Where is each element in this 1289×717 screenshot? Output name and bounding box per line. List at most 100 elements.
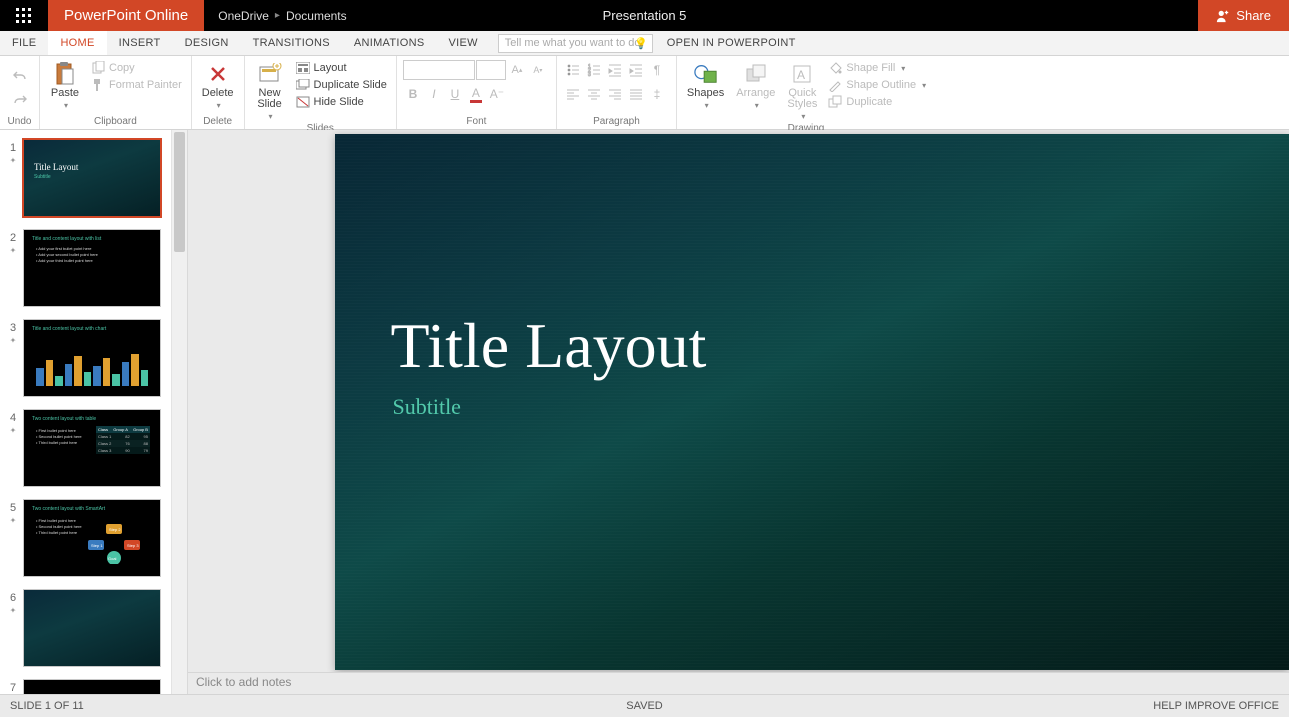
hide-slide-button[interactable]: Hide Slide xyxy=(293,94,390,110)
slide-thumbnail[interactable] xyxy=(24,680,160,694)
app-launcher-button[interactable] xyxy=(0,0,48,31)
slide-thumbnail[interactable]: Title and content layout with list• Add … xyxy=(24,230,160,306)
align-right-button[interactable] xyxy=(605,84,625,104)
duplicate-slide-button[interactable]: Duplicate Slide xyxy=(293,77,390,93)
underline-button[interactable]: U xyxy=(445,84,465,104)
ribbon-group-undo: Undo xyxy=(0,56,40,129)
delete-button[interactable]: Delete ▾ xyxy=(198,60,238,112)
shape-fill-button[interactable]: Shape Fill▾ xyxy=(825,60,929,76)
layout-icon xyxy=(296,61,310,75)
breadcrumb-folder[interactable]: Documents xyxy=(286,9,347,23)
title-bar: PowerPoint Online OneDrive ▸ Documents P… xyxy=(0,0,1289,31)
tab-home[interactable]: HOME xyxy=(48,31,106,55)
workspace: 1✦Title LayoutSubtitle2✦Title and conten… xyxy=(0,130,1289,694)
increase-font-button[interactable]: A▴ xyxy=(507,60,527,80)
slide-canvas[interactable]: Title Layout Subtitle xyxy=(335,134,1289,670)
new-slide-icon xyxy=(258,62,282,86)
ribbon-group-font: A▴ A▾ B I U A A⁻ Font xyxy=(397,56,557,129)
thumbnail-scrollbar[interactable] xyxy=(171,130,187,694)
caret-down-icon: ▾ xyxy=(64,101,68,110)
tab-view[interactable]: VIEW xyxy=(436,31,489,55)
slide-thumbnail[interactable]: Two content layout with SmartArt• First … xyxy=(24,500,160,576)
tab-insert[interactable]: INSERT xyxy=(107,31,173,55)
svg-text:Step 1: Step 1 xyxy=(91,543,103,548)
indent-icon xyxy=(629,63,643,77)
status-saved: SAVED xyxy=(626,700,662,712)
undo-icon xyxy=(13,69,27,83)
align-right-icon xyxy=(608,87,622,101)
quick-styles-icon: A xyxy=(790,62,814,86)
shapes-button[interactable]: Shapes ▾ xyxy=(683,60,728,112)
thumb-number: 7✦ xyxy=(8,680,18,694)
italic-button[interactable]: I xyxy=(424,84,444,104)
breadcrumb: OneDrive ▸ Documents xyxy=(204,0,360,31)
caret-down-icon: ▾ xyxy=(705,101,709,110)
copy-button[interactable]: Copy xyxy=(88,60,185,76)
bullets-button[interactable] xyxy=(563,60,583,80)
tab-transitions[interactable]: TRANSITIONS xyxy=(241,31,342,55)
tab-design[interactable]: DESIGN xyxy=(173,31,241,55)
slide-thumbnail[interactable]: Title LayoutSubtitle xyxy=(24,140,160,216)
font-color-button[interactable]: A xyxy=(466,84,486,104)
scrollbar-thumb[interactable] xyxy=(174,132,185,252)
ribbon-group-clipboard: Paste ▾ Copy Format Painter Clipboard xyxy=(40,56,192,129)
ribbon-tabs: FILE HOME INSERT DESIGN TRANSITIONS ANIM… xyxy=(0,31,1289,56)
svg-text:A: A xyxy=(797,68,805,82)
notes-pane[interactable]: Click to add notes xyxy=(188,672,1289,694)
shape-outline-button[interactable]: Shape Outline▾ xyxy=(825,77,929,93)
svg-text:Step 2: Step 2 xyxy=(109,527,121,532)
caret-down-icon: ▾ xyxy=(269,112,273,121)
quick-styles-button[interactable]: A Quick Styles ▾ xyxy=(783,60,821,123)
tab-animations[interactable]: ANIMATIONS xyxy=(342,31,437,55)
slide-subtitle-placeholder[interactable]: Subtitle xyxy=(393,394,461,420)
paste-button[interactable]: Paste ▾ xyxy=(46,60,84,112)
increase-indent-button[interactable] xyxy=(626,60,646,80)
thumb-number: 5✦ xyxy=(8,500,18,576)
slide-canvas-area[interactable]: Title Layout Subtitle xyxy=(188,130,1289,672)
layout-button[interactable]: Layout xyxy=(293,60,390,76)
document-title[interactable]: Presentation 5 xyxy=(603,0,687,31)
justify-button[interactable] xyxy=(626,84,646,104)
format-painter-button[interactable]: Format Painter xyxy=(88,77,185,93)
ribbon-group-paragraph: 123 ¶ ‡ Paragraph xyxy=(557,56,677,129)
slide-thumbnail[interactable] xyxy=(24,590,160,666)
clipboard-icon xyxy=(53,62,77,86)
redo-button[interactable] xyxy=(10,90,30,110)
status-help-improve[interactable]: HELP IMPROVE OFFICE xyxy=(1153,700,1279,712)
svg-text:Step 3: Step 3 xyxy=(127,543,139,548)
tab-file[interactable]: FILE xyxy=(0,31,48,55)
justify-icon xyxy=(629,87,643,101)
slide-thumbnail[interactable]: Title and content layout with chart xyxy=(24,320,160,396)
delete-x-icon xyxy=(206,62,230,86)
align-left-button[interactable] xyxy=(563,84,583,104)
slide-thumbnail[interactable]: Two content layout with table• First bul… xyxy=(24,410,160,486)
undo-button[interactable] xyxy=(10,66,30,86)
text-direction-button[interactable]: ¶ xyxy=(647,60,667,80)
tell-me-search[interactable]: Tell me what you want to do 💡 xyxy=(498,34,653,53)
thumb-number: 2✦ xyxy=(8,230,18,306)
line-spacing-button[interactable]: ‡ xyxy=(647,84,667,104)
align-center-button[interactable] xyxy=(584,84,604,104)
group-label-paragraph: Paragraph xyxy=(563,116,670,129)
decrease-font-button[interactable]: A▾ xyxy=(528,60,548,80)
breadcrumb-root[interactable]: OneDrive xyxy=(218,9,269,23)
arrange-button[interactable]: Arrange ▾ xyxy=(732,60,779,112)
ribbon-group-delete: Delete ▾ Delete xyxy=(192,56,245,129)
bold-button[interactable]: B xyxy=(403,84,423,104)
caret-down-icon: ▾ xyxy=(801,112,805,121)
group-label-delete: Delete xyxy=(198,116,238,129)
open-in-powerpoint-button[interactable]: OPEN IN POWERPOINT xyxy=(653,31,810,55)
slide-title-placeholder[interactable]: Title Layout xyxy=(391,309,707,383)
duplicate-shape-button[interactable]: Duplicate xyxy=(825,94,929,110)
decrease-indent-button[interactable] xyxy=(605,60,625,80)
caret-down-icon: ▾ xyxy=(217,101,221,110)
share-button[interactable]: Share xyxy=(1198,0,1289,31)
status-slide-count[interactable]: SLIDE 1 OF 11 xyxy=(10,700,84,712)
numbering-button[interactable]: 123 xyxy=(584,60,604,80)
font-size-field[interactable] xyxy=(476,60,506,80)
font-name-field[interactable] xyxy=(403,60,475,80)
status-bar: SLIDE 1 OF 11 SAVED HELP IMPROVE OFFICE xyxy=(0,694,1289,717)
hide-slide-icon xyxy=(296,95,310,109)
new-slide-button[interactable]: New Slide ▾ xyxy=(251,60,289,123)
clear-formatting-button[interactable]: A⁻ xyxy=(487,84,507,104)
